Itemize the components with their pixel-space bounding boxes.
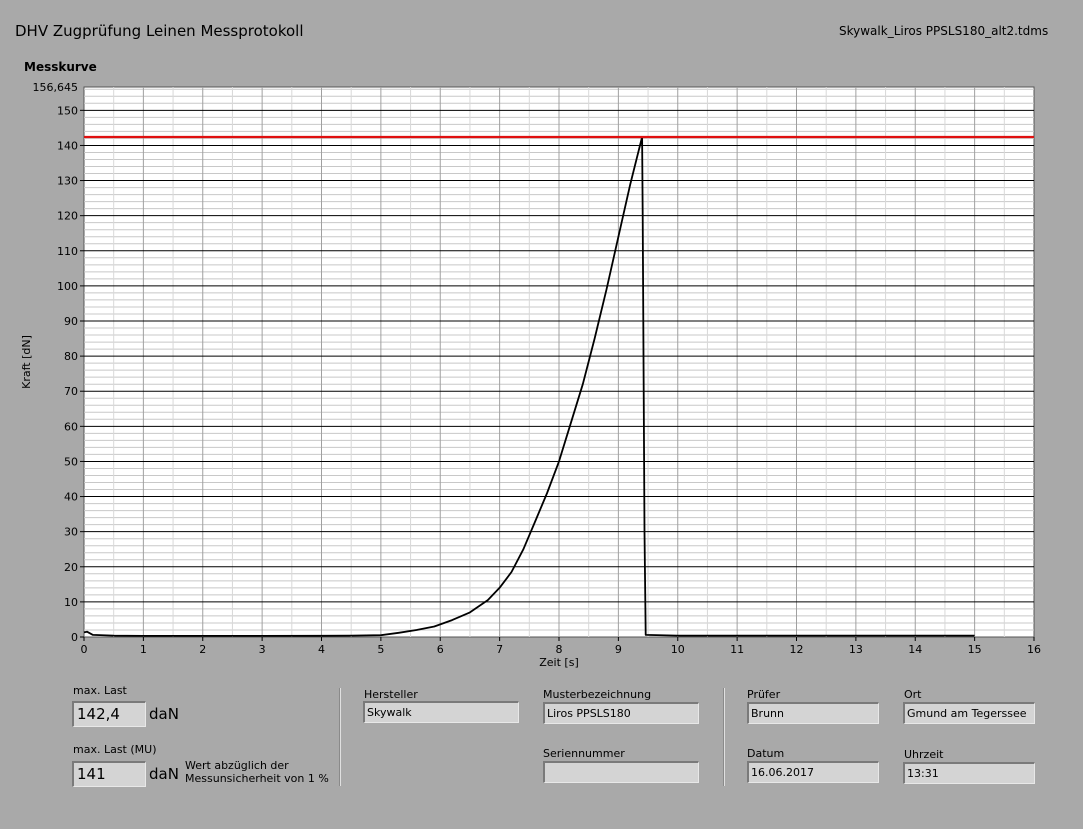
y-axis-label: Kraft [dN] xyxy=(20,335,33,389)
model-label: Musterbezeichnung xyxy=(543,688,652,701)
x-tick-label: 13 xyxy=(849,643,863,656)
y-tick-label: 10 xyxy=(64,596,78,609)
y-tick-label: 140 xyxy=(57,139,78,152)
x-tick-label: 7 xyxy=(496,643,503,656)
x-tick-label: 16 xyxy=(1027,643,1041,656)
x-tick-label: 2 xyxy=(199,643,206,656)
y-tick-label: 30 xyxy=(64,526,78,539)
separator-right xyxy=(723,688,725,786)
examiner-label: Prüfer xyxy=(747,688,781,701)
force-time-chart: 0102030405060708090100110120130140150156… xyxy=(20,81,1041,669)
y-tick-label: 130 xyxy=(57,175,78,188)
x-tick-label: 11 xyxy=(730,643,744,656)
manufacturer-label: Hersteller xyxy=(364,688,418,701)
x-tick-label: 0 xyxy=(81,643,88,656)
x-tick-label: 9 xyxy=(615,643,622,656)
serial-label: Seriennummer xyxy=(543,747,625,760)
x-tick-label: 5 xyxy=(377,643,384,656)
mu-note: Wert abzüglich der Messunsicherheit von … xyxy=(185,759,329,785)
manufacturer-field[interactable]: Skywalk xyxy=(363,701,519,723)
max-load-mu-label: max. Last (MU) xyxy=(73,743,157,756)
x-tick-label: 1 xyxy=(140,643,147,656)
y-tick-label: 110 xyxy=(57,245,78,258)
y-tick-label: 70 xyxy=(64,385,78,398)
location-label: Ort xyxy=(904,688,922,701)
y-tick-label: 20 xyxy=(64,561,78,574)
examiner-field[interactable]: Brunn xyxy=(747,702,879,724)
y-tick-label: 150 xyxy=(57,104,78,117)
model-field[interactable]: Liros PPSLS180 xyxy=(543,702,699,724)
date-label: Datum xyxy=(747,747,785,760)
y-tick-label: 0 xyxy=(71,631,78,644)
max-load-label: max. Last xyxy=(73,684,127,697)
y-tick-label: 60 xyxy=(64,420,78,433)
serial-field[interactable] xyxy=(543,761,699,783)
date-field[interactable]: 16.06.2017 xyxy=(747,761,879,783)
x-tick-label: 4 xyxy=(318,643,325,656)
y-tick-label: 90 xyxy=(64,315,78,328)
x-tick-label: 8 xyxy=(556,643,563,656)
x-tick-label: 10 xyxy=(671,643,685,656)
time-field[interactable]: 13:31 xyxy=(903,762,1035,784)
time-label: Uhrzeit xyxy=(904,748,944,761)
max-load-mu-field: 141 xyxy=(72,761,146,787)
x-axis-label: Zeit [s] xyxy=(539,656,578,669)
y-tick-label: 50 xyxy=(64,455,78,468)
x-tick-label: 15 xyxy=(968,643,982,656)
x-tick-label: 12 xyxy=(790,643,804,656)
mu-note-line1: Wert abzüglich der xyxy=(185,759,289,772)
x-tick-label: 14 xyxy=(908,643,922,656)
y-max-label: 156,645 xyxy=(33,81,79,94)
mu-note-line2: Messunsicherheit von 1 % xyxy=(185,772,329,785)
y-tick-label: 100 xyxy=(57,280,78,293)
x-tick-label: 6 xyxy=(437,643,444,656)
max-load-field: 142,4 xyxy=(72,701,146,727)
y-tick-label: 80 xyxy=(64,350,78,363)
location-field[interactable]: Gmund am Tegerssee xyxy=(903,702,1035,724)
y-tick-label: 120 xyxy=(57,210,78,223)
x-tick-label: 3 xyxy=(259,643,266,656)
max-load-mu-unit: daN xyxy=(149,765,179,783)
max-load-unit: daN xyxy=(149,705,179,723)
separator-left xyxy=(339,688,341,786)
y-tick-label: 40 xyxy=(64,491,78,504)
